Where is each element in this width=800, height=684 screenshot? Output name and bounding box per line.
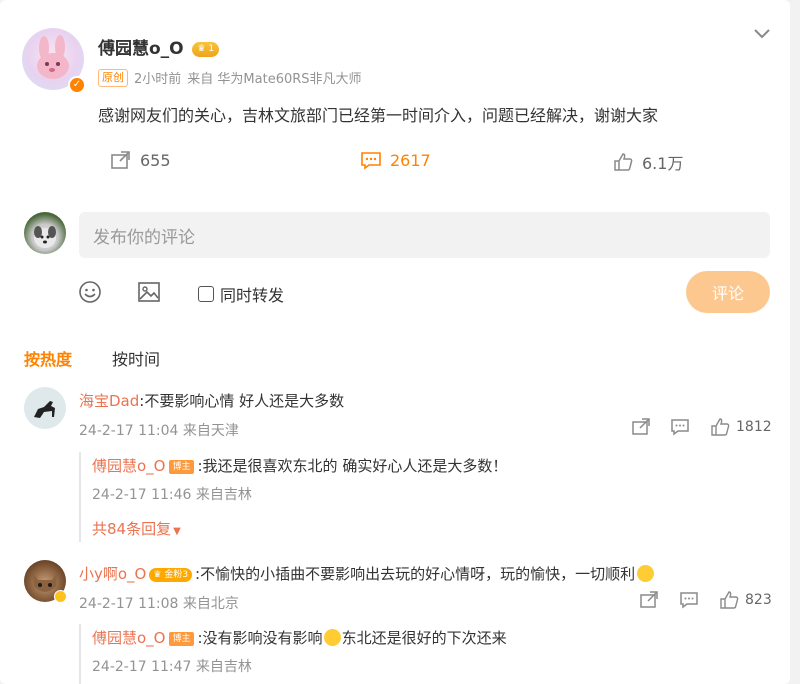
- share-icon[interactable]: [631, 418, 651, 440]
- verified-small-icon: [54, 590, 67, 603]
- reply-divider: [79, 624, 81, 684]
- comment-user[interactable]: 海宝Dad: [79, 392, 139, 410]
- reply-text: :没有影响没有影响: [197, 629, 323, 647]
- like-count: 6.1万: [642, 154, 684, 173]
- repost-count: 655: [140, 150, 171, 170]
- commenter-avatar[interactable]: [24, 387, 66, 429]
- comment-like-button[interactable]: 823: [719, 591, 772, 609]
- reply-icon[interactable]: [679, 591, 699, 613]
- repost-button[interactable]: 655: [110, 150, 171, 170]
- more-replies-label: 共84条回复: [92, 520, 172, 538]
- comment-input[interactable]: 发布你的评论: [79, 212, 770, 258]
- comment-count: 2617: [390, 150, 431, 170]
- reply-meta: 24-2-17 11:47 来自吉林: [92, 659, 252, 675]
- vip-level: 1: [208, 44, 215, 54]
- comment-icon: [361, 152, 381, 170]
- post-meta: 原创 2小时前 来自 华为Mate60RS非凡大师: [98, 68, 362, 87]
- comment-button[interactable]: 2617: [360, 150, 431, 170]
- submit-comment-button[interactable]: 评论: [686, 271, 770, 313]
- reply-line: 傅园慧o_O 博主:我还是很喜欢东北的 确实好心人还是大多数！: [92, 455, 507, 476]
- reply-user[interactable]: 傅园慧o_O: [92, 629, 165, 647]
- comment-meta: 24-2-17 11:04 来自天津: [79, 423, 239, 439]
- dog-avatar-icon: [34, 226, 56, 248]
- post-source: 来自 华为Mate60RS非凡大师: [187, 72, 362, 87]
- tab-hot[interactable]: 按热度: [24, 346, 72, 370]
- reply-meta: 24-2-17 11:46 来自吉林: [92, 487, 252, 503]
- emoji-cry-icon: [323, 629, 341, 646]
- fan-badge-label: 金粉3: [164, 570, 189, 580]
- comment-like-count: 1812: [736, 419, 772, 435]
- repost-icon: [111, 151, 130, 169]
- emoji-cry-icon: [637, 565, 655, 582]
- post-time[interactable]: 2小时前: [134, 68, 181, 87]
- fan-badge: ♛ 金粉3: [149, 568, 193, 582]
- repost-checkbox-row[interactable]: 同时转发: [198, 282, 284, 306]
- comment-meta: 24-2-17 11:08 来自北京: [79, 596, 239, 612]
- original-tag: 原创: [98, 68, 128, 87]
- comment-like-count: 823: [745, 592, 772, 608]
- image-icon[interactable]: [137, 280, 161, 304]
- repost-checkbox[interactable]: [198, 286, 214, 302]
- thumbs-up-icon: [711, 418, 730, 436]
- more-replies-link[interactable]: 共84条回复 ▼: [92, 518, 181, 539]
- share-icon[interactable]: [639, 591, 659, 613]
- comment-text: :不愉快的小插曲不要影响出去玩的好心情呀，玩的愉快，一切顺利: [195, 565, 636, 583]
- tab-time[interactable]: 按时间: [112, 346, 160, 370]
- comment-text: :不要影响心情 好人还是大多数: [139, 392, 345, 410]
- reply-text: 东北还是很好的下次还来: [341, 629, 507, 647]
- reply-line: 傅园慧o_O 博主:没有影响没有影响 东北还是很好的下次还来: [92, 627, 507, 648]
- comment-line: 小y啊o_O ♛ 金粉3:不愉快的小插曲不要影响出去玩的好心情呀，玩的愉快，一切顺…: [79, 563, 655, 584]
- thumbs-up-icon: [614, 153, 633, 171]
- post-text: 感谢网友们的关心，吉林文旅部门已经第一时间介入，问题已经解决，谢谢大家: [98, 106, 659, 125]
- author-line: 傅园慧o_O ♛ 1: [98, 34, 220, 59]
- verified-badge-icon: ✓: [68, 76, 86, 94]
- comment-user[interactable]: 小y啊o_O: [79, 565, 146, 583]
- comment-like-button[interactable]: 1812: [710, 418, 772, 436]
- chevron-down-icon[interactable]: [752, 26, 772, 42]
- like-button[interactable]: 6.1万: [612, 150, 683, 174]
- reply-icon[interactable]: [670, 418, 690, 440]
- repost-label: 同时转发: [220, 286, 285, 305]
- reply-text: :我还是很喜欢东北的 确实好心人还是大多数！: [197, 457, 508, 475]
- author-name[interactable]: 傅园慧o_O: [98, 39, 184, 59]
- host-badge: 博主: [169, 632, 194, 646]
- host-badge: 博主: [169, 460, 194, 474]
- horse-avatar-icon: [34, 401, 55, 418]
- reply-user[interactable]: 傅园慧o_O: [92, 457, 165, 475]
- thumbs-up-icon: [720, 591, 739, 609]
- my-avatar: [24, 212, 66, 254]
- reply-divider: [79, 452, 81, 542]
- caret-down-icon: ▼: [173, 526, 181, 537]
- comment-line: 海宝Dad:不要影响心情 好人还是大多数: [79, 390, 344, 411]
- post-card: ✓ 傅园慧o_O ♛ 1 原创 2小时前 来自 华为Mate60RS非凡大师 感…: [0, 0, 790, 684]
- vip-badge: ♛ 1: [192, 42, 220, 57]
- emoji-icon[interactable]: [78, 280, 102, 304]
